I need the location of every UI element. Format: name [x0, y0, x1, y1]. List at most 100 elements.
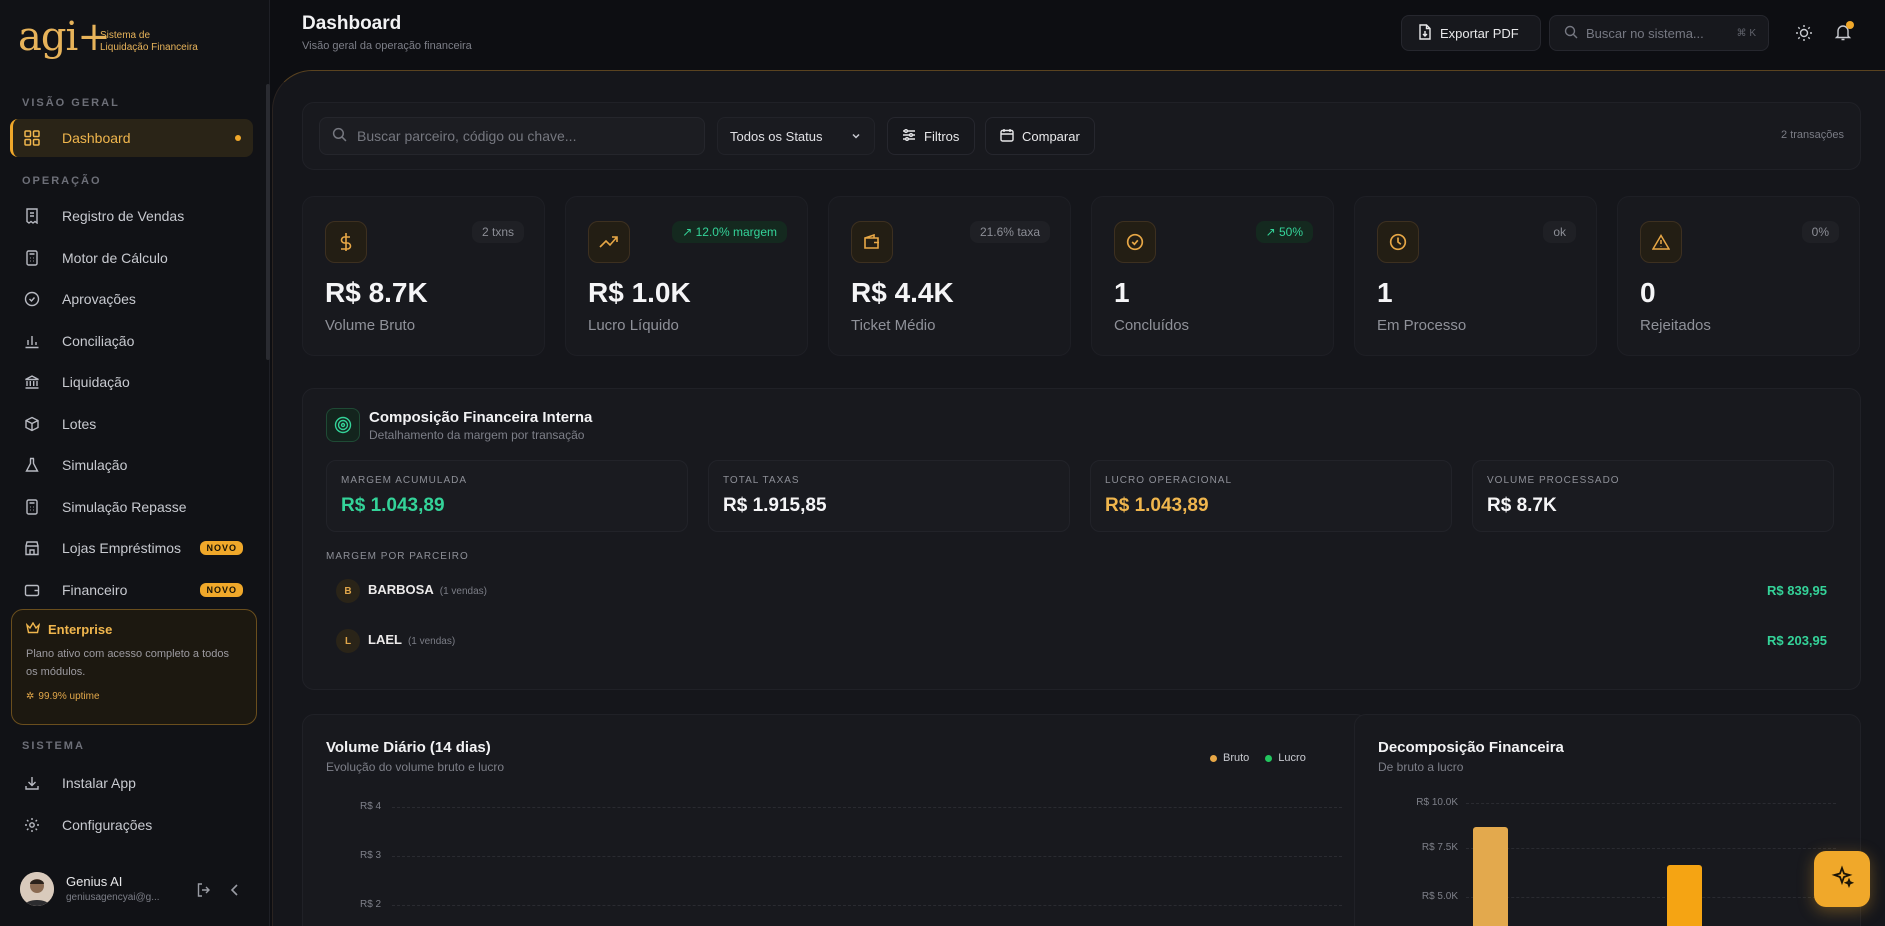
search-icon [332, 127, 347, 145]
partner-row[interactable]: B BARBOSA (1 vendas) R$ 839,95 [336, 573, 1839, 613]
calculator-icon [22, 248, 42, 268]
ai-assistant-button[interactable] [1814, 851, 1870, 907]
sidebar-item-dashboard[interactable]: Dashboard [10, 119, 253, 157]
metric-total-taxas: TOTAL TAXAS R$ 1.915,85 [708, 460, 1070, 532]
chart-legend: Bruto Lucro [1210, 752, 1306, 764]
download-icon [22, 773, 42, 793]
sliders-icon [902, 128, 916, 145]
kpi-ticket-medio: 21.6% taxa R$ 4.4K Ticket Médio [828, 196, 1071, 356]
kpi-label: Lucro Líquido [588, 317, 679, 334]
filter-toolbar: Buscar parceiro, código ou chave... Todo… [302, 102, 1861, 170]
user-name: Genius AI [66, 874, 123, 889]
logout-icon[interactable] [196, 882, 212, 903]
metric-value: R$ 1.915,85 [723, 495, 827, 516]
dollar-icon [325, 221, 367, 263]
page-title: Dashboard [302, 13, 402, 34]
status-select[interactable]: Todos os Status [717, 117, 875, 155]
metric-volume-processado: VOLUME PROCESSADO R$ 8.7K [1472, 460, 1834, 532]
uptime-status: ✲ 99.9% uptime [26, 691, 100, 702]
kpi-value: 0 [1640, 277, 1656, 308]
compare-button[interactable]: Comparar [985, 117, 1095, 155]
sidebar-item-conciliacao[interactable]: Conciliação [10, 322, 253, 360]
volume-chart-subtitle: Evolução do volume bruto e lucro [326, 760, 505, 774]
kpi-rejeitados: 0% 0 Rejeitados [1617, 196, 1860, 356]
sidebar-item-label: Liquidação [62, 374, 130, 390]
kpi-tag: ↗ 50% [1255, 221, 1313, 243]
decomposicao-title: Decomposição Financeira [1378, 739, 1564, 756]
legend-bruto: Bruto [1223, 752, 1250, 764]
sidebar-item-label: Aprovações [62, 291, 136, 307]
decomp-bar-bruto[interactable] [1473, 827, 1508, 926]
sidebar-item-instalar-app[interactable]: Instalar App [10, 764, 253, 802]
sidebar-item-configuracoes[interactable]: Configurações [10, 806, 253, 844]
metric-value: R$ 8.7K [1487, 495, 1557, 516]
wallet-icon [22, 580, 42, 600]
sidebar-item-label: Simulação [62, 457, 128, 473]
receipt-icon [22, 206, 42, 226]
sidebar-item-label: Simulação Repasse [62, 499, 187, 515]
legend-lucro-dot [1265, 754, 1273, 762]
enterprise-desc: Plano ativo com acesso completo a todos … [26, 648, 230, 678]
sidebar-item-registro-vendas[interactable]: Registro de Vendas [10, 197, 253, 235]
store-icon [22, 538, 42, 558]
global-search-input[interactable]: Buscar no sistema... ⌘ K [1549, 15, 1769, 51]
gridline [392, 905, 1342, 906]
kpi-value: R$ 1.0K [588, 277, 691, 308]
enterprise-title: Enterprise [25, 621, 242, 637]
sidebar-item-aprovacoes[interactable]: Aprovações [10, 280, 253, 318]
decomp-bar-lucro[interactable] [1667, 865, 1702, 926]
partner-avatar: B [336, 579, 360, 603]
avatar [20, 872, 54, 906]
file-icon [1418, 23, 1432, 43]
sidebar-item-simulacao[interactable]: Simulação [10, 446, 253, 484]
gridline [1466, 897, 1836, 898]
y-tick-label: R$ 5.0K [1421, 891, 1458, 902]
notification-dot [1846, 21, 1854, 29]
sidebar-item-liquidacao[interactable]: Liquidação [10, 363, 253, 401]
gridline [1466, 803, 1836, 804]
theme-toggle-icon[interactable] [1795, 24, 1813, 47]
top-header: Dashboard Visão geral da operação financ… [271, 0, 1885, 70]
filters-button[interactable]: Filtros [887, 117, 975, 155]
logo: agi+ [18, 14, 111, 60]
wallet-icon [851, 221, 893, 263]
kpi-label: Concluídos [1114, 317, 1190, 334]
y-tick-label: R$ 10.0K [1416, 797, 1458, 808]
flask-icon [22, 455, 42, 475]
clock-icon [1377, 221, 1419, 263]
export-pdf-button[interactable]: Exportar PDF [1401, 15, 1541, 51]
sidebar-item-label: Registro de Vendas [62, 208, 185, 224]
check-circle-icon [1114, 221, 1156, 263]
sidebar-item-simulacao-repasse[interactable]: Simulação Repasse [10, 488, 253, 526]
gridline [1466, 848, 1836, 849]
chevron-down-icon [850, 130, 862, 145]
target-icon [326, 408, 360, 442]
sidebar-item-motor-calculo[interactable]: Motor de Cálculo [10, 239, 253, 277]
sidebar: agi+ Sistema de Liquidação Financeira VIS… [0, 0, 270, 926]
metric-margem-acumulada: MARGEM ACUMULADA R$ 1.043,89 [326, 460, 688, 532]
sidebar-item-financeiro[interactable]: Financeiro NOVO [10, 571, 253, 609]
volume-chart-title: Volume Diário (14 dias) [326, 739, 491, 756]
gridline [392, 856, 1342, 857]
composicao-title: Composição Financeira Interna [369, 409, 593, 426]
composicao-subtitle: Detalhamento da margem por transação [369, 428, 585, 442]
metric-label: TOTAL TAXAS [723, 475, 800, 486]
legend-bruto-dot [1210, 754, 1217, 762]
logo-subtitle: Sistema de Liquidação Financeira [100, 30, 198, 53]
user-profile[interactable]: Genius AI geniusagencyai@g... [20, 872, 250, 908]
transaction-count: 2 transações [1781, 129, 1844, 141]
kpi-tag: 2 txns [471, 221, 524, 243]
partner-row[interactable]: L LAEL (1 vendas) R$ 203,95 [336, 623, 1839, 663]
sidebar-item-lojas-emprestimos[interactable]: Lojas Empréstimos NOVO [10, 529, 253, 567]
metric-label: MARGEM ACUMULADA [341, 475, 468, 486]
kpi-label: Volume Bruto [325, 317, 416, 334]
partner-search-input[interactable]: Buscar parceiro, código ou chave... [319, 117, 705, 155]
collapse-sidebar-icon[interactable] [228, 882, 242, 903]
y-tick-label: R$ 3 [360, 850, 382, 861]
sidebar-scrollbar[interactable] [266, 84, 270, 360]
gridline [392, 807, 1342, 808]
crown-icon [25, 621, 41, 637]
sidebar-item-lotes[interactable]: Lotes [10, 405, 253, 443]
metric-label: VOLUME PROCESSADO [1487, 475, 1620, 486]
enterprise-plan-card: Enterprise Plano ativo com acesso comple… [11, 609, 257, 725]
